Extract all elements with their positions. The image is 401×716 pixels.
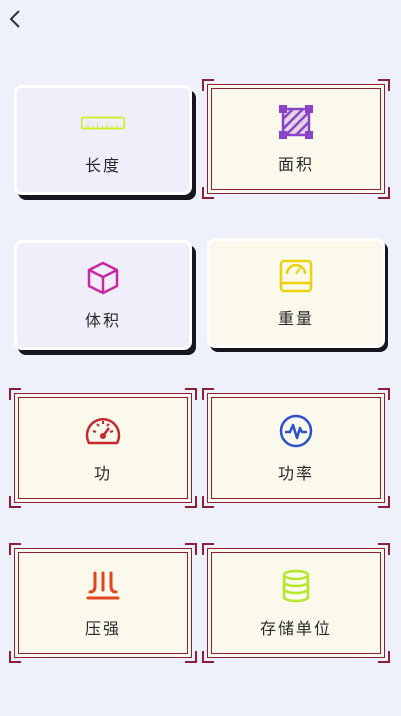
frame-corner [378,543,390,555]
frame-corner [378,651,390,663]
frame-corner [378,388,390,400]
pulse-icon [274,412,318,450]
frame-corner [202,651,214,663]
card-label: 重量 [277,309,314,328]
card-power[interactable]: 功率 [202,388,390,508]
card-work[interactable]: 功 [9,388,197,508]
frame-corner [9,543,21,555]
frame-corner [202,388,214,400]
frame-corner [378,187,390,199]
card-label: 长度 [84,156,121,175]
card-area[interactable]: 面积 [202,79,390,199]
card-pressure[interactable]: 压强 [9,543,197,663]
frame-corner [378,496,390,508]
speedometer-icon [81,412,125,450]
area-icon [274,103,318,141]
card-label: 功 [93,464,112,483]
back-button[interactable] [0,4,30,34]
frame-corner [202,496,214,508]
card-volume[interactable]: 体积 [14,240,192,350]
ruler-icon [81,104,125,142]
frame-corner [378,79,390,91]
frame-corner [9,651,21,663]
card-label: 存储单位 [259,619,332,638]
frame-corner [185,388,197,400]
scale-icon [274,257,318,295]
database-icon [274,567,318,605]
frame-corner [202,79,214,91]
card-weight[interactable]: 重量 [207,238,385,348]
card-label: 面积 [277,155,314,174]
frame-corner [185,496,197,508]
pressure-icon [81,567,125,605]
cube-icon [81,259,125,297]
frame-corner [9,388,21,400]
frame-corner [202,187,214,199]
card-length[interactable]: 长度 [14,85,192,195]
card-label: 体积 [84,311,121,330]
card-storage[interactable]: 存储单位 [202,543,390,663]
frame-corner [185,543,197,555]
frame-corner [202,543,214,555]
frame-corner [185,651,197,663]
chevron-left-icon [9,10,20,28]
card-label: 功率 [277,464,314,483]
card-label: 压强 [84,619,121,638]
frame-corner [9,496,21,508]
